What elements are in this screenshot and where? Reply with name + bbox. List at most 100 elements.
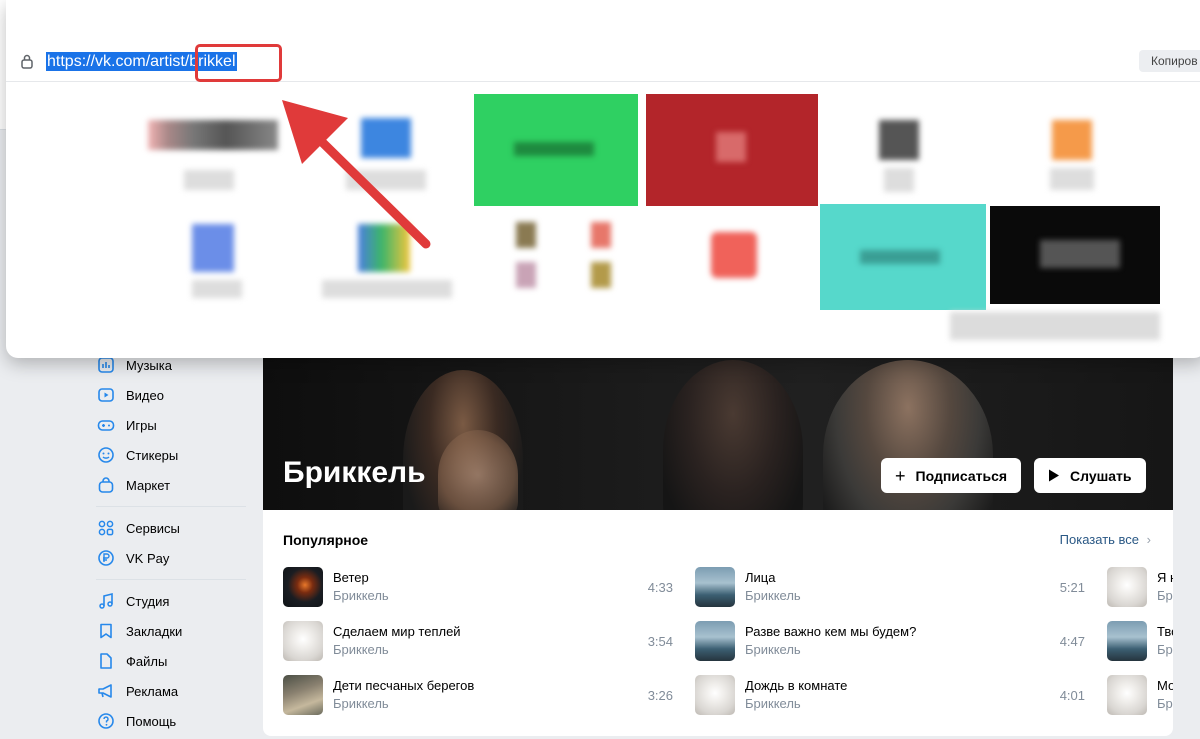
track-title: Тво xyxy=(1157,624,1173,639)
track-row[interactable]: Дети песчаных берегов Бриккель 3:26 xyxy=(283,675,673,715)
track-title: Сделаем мир теплей xyxy=(333,624,461,639)
track-artist: Бр xyxy=(1157,642,1173,657)
ruble-icon xyxy=(96,548,116,568)
shortcut-thumbnail xyxy=(192,224,234,272)
sidebar-item-label: Игры xyxy=(126,417,157,433)
address-bar[interactable]: https://vk.com/artist/brikkel Копиров xyxy=(6,40,1200,82)
sidebar-item-stickers[interactable]: Стикеры xyxy=(92,440,252,470)
sidebar-item-label: Сервисы xyxy=(126,520,180,536)
sidebar-divider xyxy=(96,506,246,507)
shortcut-thumbnail xyxy=(716,132,746,162)
track-title: Я н xyxy=(1157,570,1173,585)
track-row[interactable]: Лица Бриккель 5:21 xyxy=(695,567,1085,607)
copy-button[interactable]: Копиров xyxy=(1139,50,1200,72)
track-title: Мо xyxy=(1157,678,1173,693)
track-artist: Бриккель xyxy=(333,588,389,603)
play-icon xyxy=(1048,467,1060,485)
track-row[interactable]: Дождь в комнате Бриккель 4:01 xyxy=(695,675,1085,715)
chevron-right-icon: › xyxy=(1146,532,1151,547)
shortcut-tile[interactable] xyxy=(474,94,638,206)
subscribe-label: Подписаться xyxy=(915,467,1008,484)
cover-person-detail xyxy=(438,430,518,510)
listen-button[interactable]: Слушать xyxy=(1034,458,1146,493)
track-duration: 4:47 xyxy=(1059,633,1085,649)
shortcut-tile[interactable] xyxy=(134,100,294,196)
sidebar-item-bookmarks[interactable]: Закладки xyxy=(92,616,252,646)
sidebar-item-files[interactable]: Файлы xyxy=(92,646,252,676)
music-icon xyxy=(96,355,116,375)
lock-icon xyxy=(20,53,34,69)
track-row[interactable]: Сделаем мир теплей Бриккель 3:54 xyxy=(283,621,673,661)
shortcut-thumbnail xyxy=(361,118,411,158)
shortcut-thumbnail xyxy=(1040,240,1120,268)
sidebar-item-label: VK Pay xyxy=(126,550,170,566)
sidebar-item-video[interactable]: Видео xyxy=(92,380,252,410)
track-cover xyxy=(695,621,735,661)
track-title: Лица xyxy=(745,570,776,585)
shortcut-label xyxy=(1050,168,1094,190)
smile-icon xyxy=(96,445,116,465)
track-cover xyxy=(695,675,735,715)
sidebar-divider xyxy=(96,579,246,580)
shortcut-tile[interactable] xyxy=(312,210,472,304)
sidebar-item-studio[interactable]: Студия xyxy=(92,586,252,616)
shortcut-thumbnail xyxy=(514,142,594,156)
shortcut-thumbnail xyxy=(711,232,757,278)
track-row[interactable]: Тво Бр xyxy=(1107,621,1173,661)
shortcut-tile[interactable] xyxy=(1002,100,1162,196)
sidebar-item-services[interactable]: Сервисы xyxy=(92,513,252,543)
track-row[interactable]: Я н Бр xyxy=(1107,567,1173,607)
shortcut-tile[interactable] xyxy=(306,100,466,196)
shortcut-tile[interactable] xyxy=(990,206,1160,304)
sidebar-item-help[interactable]: Помощь xyxy=(92,706,252,736)
cover-person xyxy=(663,360,803,510)
artist-card: Бриккель + Подписаться Слушать Популярно… xyxy=(263,320,1173,736)
popular-title: Популярное xyxy=(283,532,369,548)
shortcut-tile[interactable] xyxy=(656,210,816,304)
shortcut-tile[interactable] xyxy=(820,204,986,310)
shortcut-tile[interactable] xyxy=(486,210,646,304)
track-duration: 4:33 xyxy=(647,579,673,595)
artist-name: Бриккель xyxy=(283,456,426,489)
sidebar-item-label: Реклама xyxy=(126,683,179,699)
show-all-link[interactable]: Показать все › xyxy=(1060,532,1151,547)
sidebar-item-ads[interactable]: Реклама xyxy=(92,676,252,706)
sidebar-item-label: Маркет xyxy=(126,477,171,493)
url-highlight-box xyxy=(195,44,282,82)
shortcut-tile[interactable] xyxy=(142,210,302,304)
track-row[interactable]: Ветер Бриккель 4:33 xyxy=(283,567,673,607)
shortcut-label xyxy=(192,280,242,298)
bookmark-icon xyxy=(96,621,116,641)
video-icon xyxy=(96,385,116,405)
track-duration: 3:26 xyxy=(647,687,673,703)
track-duration: 4:01 xyxy=(1059,687,1085,703)
megaphone-icon xyxy=(96,681,116,701)
track-duration: 3:54 xyxy=(647,633,673,649)
track-row[interactable]: Мо Бр xyxy=(1107,675,1173,715)
shortcut-label xyxy=(950,312,1160,340)
track-artist: Бр xyxy=(1157,696,1173,711)
subscribe-button[interactable]: + Подписаться xyxy=(881,458,1022,493)
shortcut-tile[interactable] xyxy=(646,94,818,206)
track-row[interactable]: Разве важно кем мы будем? Бриккель 4:47 xyxy=(695,621,1085,661)
note-icon xyxy=(96,591,116,611)
listen-label: Слушать xyxy=(1070,467,1132,484)
file-icon xyxy=(96,651,116,671)
shortcut-thumbnail xyxy=(148,120,278,150)
sidebar-item-label: Студия xyxy=(126,593,170,609)
track-duration: 5:21 xyxy=(1059,579,1085,595)
sidebar-item-games[interactable]: Игры xyxy=(92,410,252,440)
shortcut-thumbnail xyxy=(879,120,919,160)
sidebar-item-market[interactable]: Маркет xyxy=(92,470,252,500)
track-artist: Бриккель xyxy=(745,642,801,657)
sidebar-item-label: Файлы xyxy=(126,653,168,669)
grid-icon xyxy=(96,518,116,538)
shortcut-tile[interactable] xyxy=(834,100,994,196)
track-cover xyxy=(283,621,323,661)
gamepad-icon xyxy=(96,415,116,435)
track-artist: Бриккель xyxy=(745,696,801,711)
sidebar-item-vkpay[interactable]: VK Pay xyxy=(92,543,252,573)
track-cover xyxy=(283,675,323,715)
shortcut-thumbnail xyxy=(516,222,536,248)
shortcut-thumbnail xyxy=(1052,120,1092,160)
